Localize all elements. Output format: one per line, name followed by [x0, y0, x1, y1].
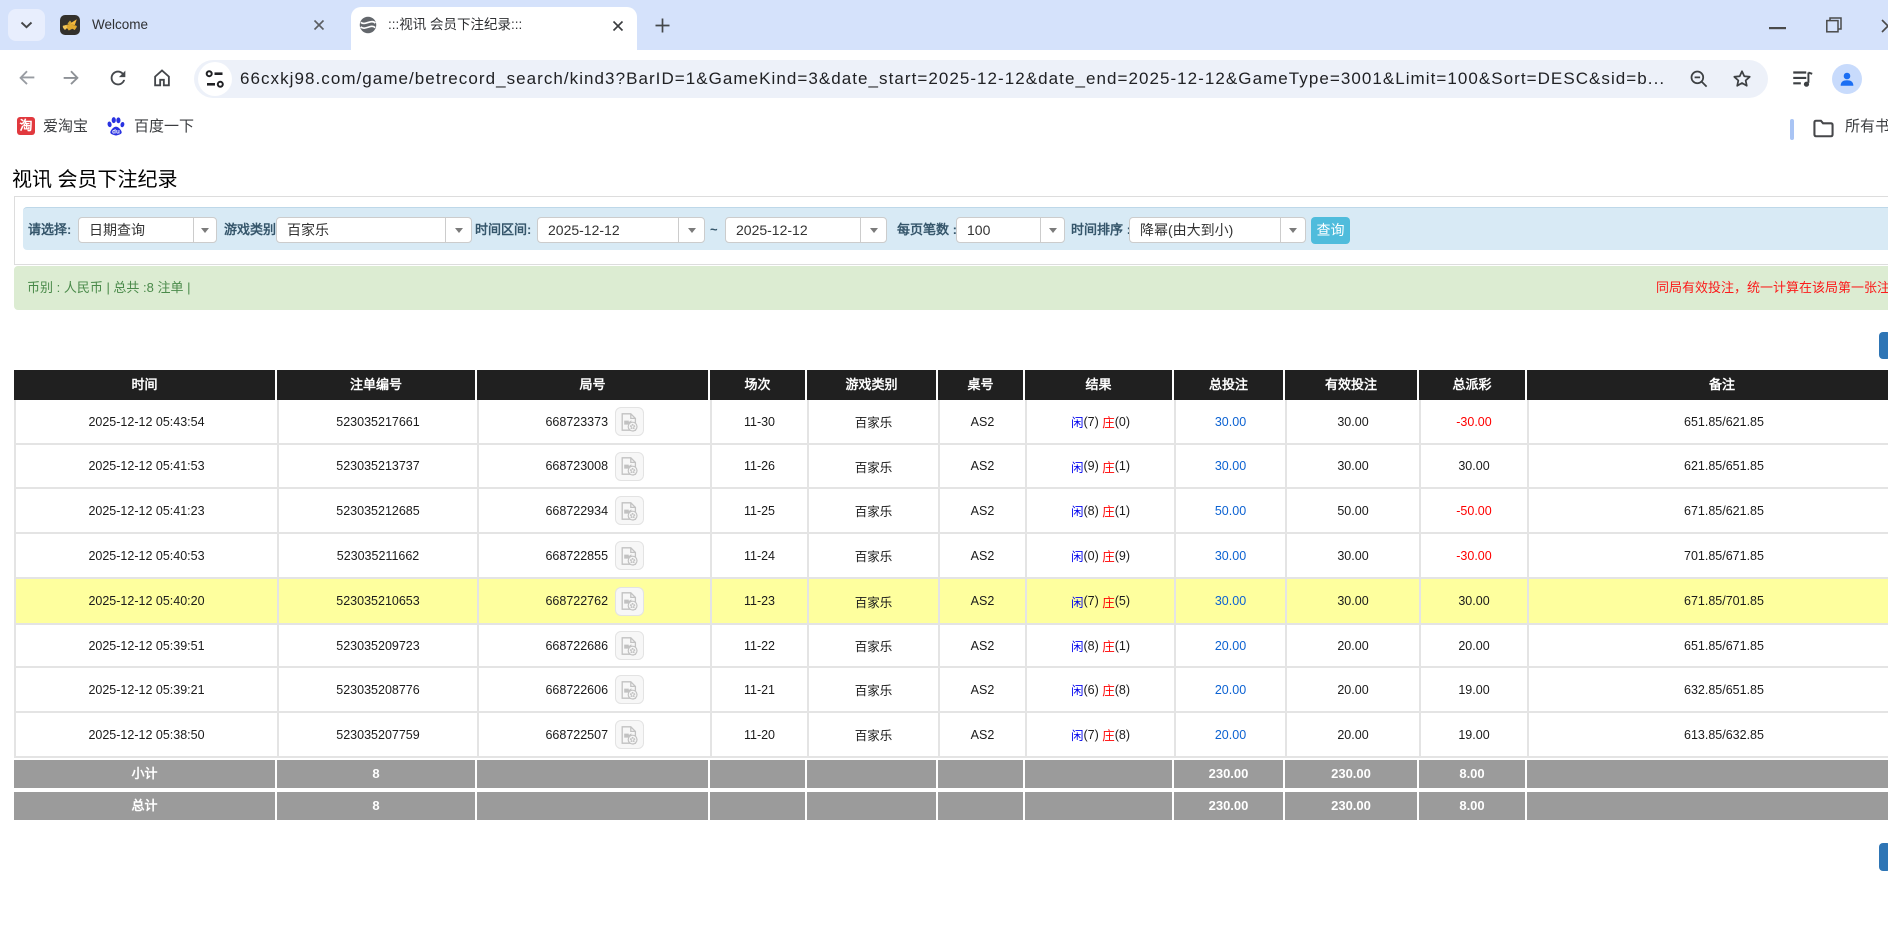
svg-text:du: du [112, 129, 120, 136]
